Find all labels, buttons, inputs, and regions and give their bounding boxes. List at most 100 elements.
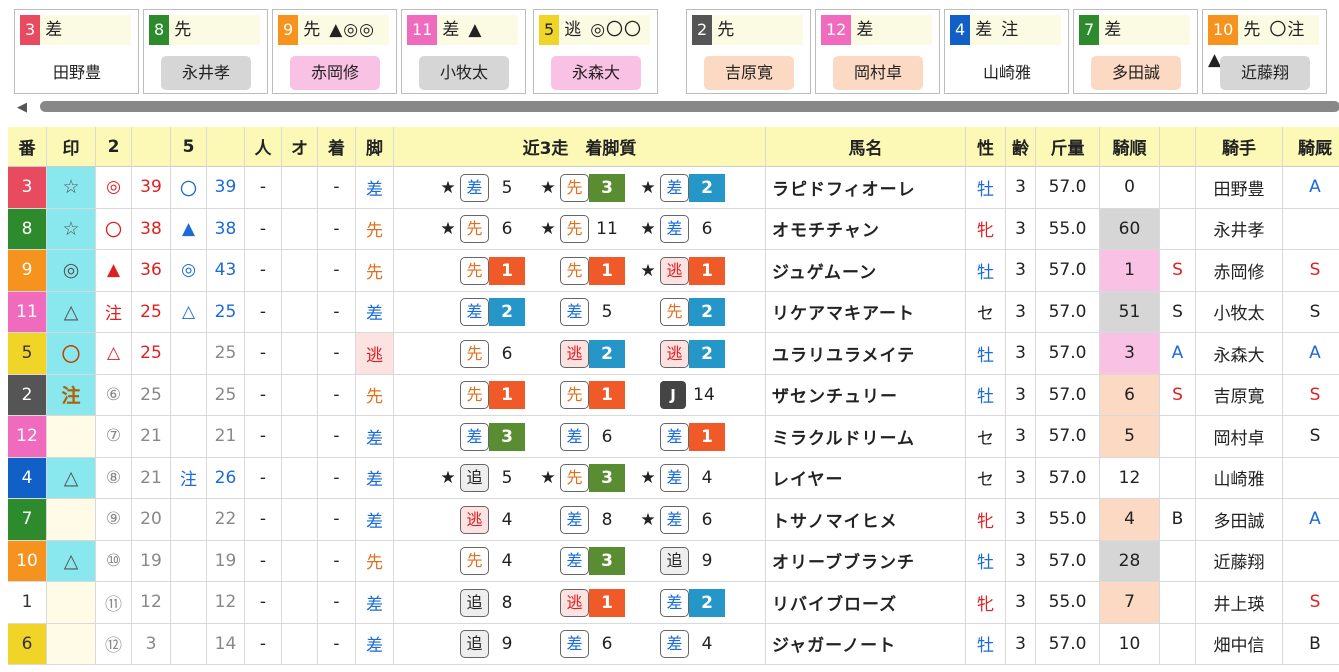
recent-run[interactable]: ★ 差 6 [636,504,725,535]
recent-run[interactable]: 先1 [436,380,525,411]
recent-run[interactable]: 先4 [436,546,525,577]
recent-run[interactable]: ★ 先 3 [536,172,625,203]
prediction-mark[interactable] [47,623,96,665]
jockey-card[interactable]: 2 先吉原寛 [686,9,811,94]
jockey-name[interactable]: 多田誠 [1196,499,1283,541]
recent-run[interactable]: ★ 逃 1 [636,255,725,286]
recent-run[interactable]: ★ 先 3 [536,463,625,494]
recent-run[interactable]: 差1 [636,421,725,452]
jockey-card[interactable]: 11 差 ▲ 小牧太 [401,9,526,94]
prediction-mark[interactable]: ◎ [47,250,96,292]
recent-run[interactable]: 逃2 [636,338,725,369]
recent-run[interactable]: J 14 [636,380,722,411]
recent-run[interactable]: ★ 追 5 [436,463,525,494]
recent-run[interactable]: ★ 先 6 [436,214,525,245]
prediction-mark[interactable]: △ [47,457,96,499]
prediction-mark[interactable]: 〇 [47,333,96,375]
horse-name[interactable]: ザセンチュリー [766,374,966,416]
recent-run[interactable]: 先6 [436,338,525,369]
jockey-name[interactable]: 近藤翔 [1220,56,1310,90]
recent-run[interactable]: 追9 [436,629,525,660]
horse-name[interactable]: オモチチャン [766,208,966,250]
jockey-name[interactable]: 多田誠 [1091,56,1181,90]
recent-run[interactable]: 差2 [436,297,525,328]
recent-run[interactable]: 差2 [636,587,725,618]
jockey-card[interactable]: 10 先〇注▲ 近藤翔 [1202,9,1327,94]
jockey-name[interactable]: 永井孝 [1196,208,1283,250]
recent-run[interactable]: 差3 [436,421,525,452]
recent-run[interactable]: 先1 [536,380,625,411]
jockey-name[interactable]: 井上瑛 [1196,582,1283,624]
jockey-card[interactable]: 5 逃 ◎〇〇 永森大 [533,9,658,94]
recent-run[interactable]: 先1 [536,255,625,286]
recent-run[interactable]: 先2 [636,297,725,328]
recent-run[interactable]: ★ 差 4 [636,463,725,494]
recent-run[interactable]: 差4 [636,629,725,660]
table-row[interactable]: 1 ⑪ 12 12- - 差追 8 逃 1 差 2 リバイブローズ牝 3 55.0 7 井上瑛 S [8,582,1339,624]
recent-run[interactable]: 逃1 [536,587,625,618]
jockey-card[interactable]: 3 差田野豊 [14,9,139,94]
table-row[interactable]: 3 ☆ ◎ 39 〇 39- - 差 ★ 差 5 ★ 先 3 ★ 差 2 ラピドフィオーレ牡 3 57.0 0 田野豊 A [8,167,1339,209]
table-row[interactable]: 10 △ ⑩ 19 19- - 先先 4 差 3 追 9 オリーブブランチ牡 3 57.0 28 近藤翔 [8,540,1339,582]
recent-run[interactable]: 逃4 [436,504,525,535]
jockey-name[interactable]: 永森大 [1196,333,1283,375]
prediction-mark[interactable]: △ [47,291,96,333]
recent-run[interactable]: 先1 [436,255,525,286]
jockey-card[interactable]: 12 差岡村卓 [815,9,940,94]
recent-run[interactable]: ★ 差 2 [636,172,725,203]
scrollbar-thumb[interactable] [40,101,1339,112]
recent-run[interactable]: ★ 差 5 [436,172,525,203]
horse-name[interactable]: トサノマイヒメ [766,499,966,541]
prediction-mark[interactable]: ☆ [47,167,96,209]
recent-run[interactable]: 差6 [536,421,625,452]
jockey-name[interactable]: 田野豊 [1196,167,1283,209]
horse-name[interactable]: ユラリユラメイテ [766,333,966,375]
recent-run[interactable]: ★ 差 6 [636,214,725,245]
jockey-name[interactable]: 小牧太 [419,56,509,90]
horse-name[interactable]: ジャガーノート [766,623,966,665]
prediction-mark[interactable] [47,499,96,541]
table-row[interactable]: 12 ⑦ 21 21- - 差差 3 差 6 差 1 ミラクルドリームセ 3 57.0 5 岡村卓 S [8,416,1339,458]
recent-run[interactable]: 差6 [536,629,625,660]
recent-run[interactable]: 追9 [636,546,725,577]
prediction-mark[interactable]: ☆ [47,208,96,250]
horizontal-scrollbar[interactable]: ◀ [14,97,1339,115]
recent-run[interactable]: 追8 [436,587,525,618]
table-row[interactable]: 6 ⑫ 3 14- - 差追 9 差 6 差 4 ジャガーノート牡 3 57.0 10 畑中信 B [8,623,1339,665]
jockey-name[interactable]: 永井孝 [161,56,251,90]
horse-name[interactable]: オリーブブランチ [766,540,966,582]
jockey-name[interactable]: 赤岡修 [1196,250,1283,292]
jockey-name[interactable]: 畑中信 [1196,623,1283,665]
horse-name[interactable]: リバイブローズ [766,582,966,624]
jockey-name[interactable]: 岡村卓 [833,56,923,90]
horse-name[interactable]: ジュゲムーン [766,250,966,292]
horse-name[interactable]: ミラクルドリーム [766,416,966,458]
table-row[interactable]: 9 ◎ ▲ 36 ◎ 43- - 先先 1 先 1 ★ 逃 1 ジュゲムーン牡 3 57.0 1 S 赤岡修 S [8,250,1339,292]
jockey-name[interactable]: 山崎雅 [962,56,1052,90]
jockey-name[interactable]: 岡村卓 [1196,416,1283,458]
jockey-card[interactable]: 4 差注山崎雅 [944,9,1069,94]
recent-run[interactable]: 差5 [536,297,625,328]
jockey-name[interactable]: 永森大 [551,56,641,90]
jockey-name[interactable]: 近藤翔 [1196,540,1283,582]
recent-run[interactable]: 逃2 [536,338,625,369]
jockey-card[interactable]: 9 先 ▲◎◎ 赤岡修 [272,9,397,94]
jockey-name[interactable]: 赤岡修 [290,56,380,90]
table-row[interactable]: 8 ☆ 〇 38 ▲ 38- - 先 ★ 先 6 ★ 先 11 ★ 差 6 オモチチャン牝 3 55.0 60 永井孝 [8,208,1339,250]
jockey-card[interactable]: 7 差多田誠 [1073,9,1198,94]
recent-run[interactable]: 差8 [536,504,625,535]
jockey-name[interactable]: 山崎雅 [1196,457,1283,499]
jockey-name[interactable]: 吉原寛 [1196,374,1283,416]
recent-run[interactable]: ★ 先 11 [536,214,625,245]
table-row[interactable]: 2 注 ⑥ 25 25- - 先先 1 先 1 J 14 ザセンチュリー牡 3 57.0 6 S 吉原寛 S [8,374,1339,416]
recent-run[interactable]: 差3 [536,546,625,577]
prediction-mark[interactable]: △ [47,540,96,582]
table-row[interactable]: 11 △ 注 25 △ 25- - 差差 2 差 5 先 2 リケアマキアートセ 3 57.0 51 S 小牧太 S [8,291,1339,333]
jockey-name[interactable]: 田野豊 [32,56,122,90]
horse-name[interactable]: レイヤー [766,457,966,499]
table-row[interactable]: 4 △ ⑧ 21 注 26- - 差 ★ 追 5 ★ 先 3 ★ 差 4 レイヤーセ 3 57.0 12 山崎雅 [8,457,1339,499]
jockey-name[interactable]: 小牧太 [1196,291,1283,333]
scroll-left-arrow-icon[interactable]: ◀ [17,100,27,115]
prediction-mark[interactable] [47,416,96,458]
table-row[interactable]: 5 〇 △ 25 25- - 逃先 6 逃 2 逃 2 ユラリユラメイテ牡 3 57.0 3 A 永森大 A [8,333,1339,375]
